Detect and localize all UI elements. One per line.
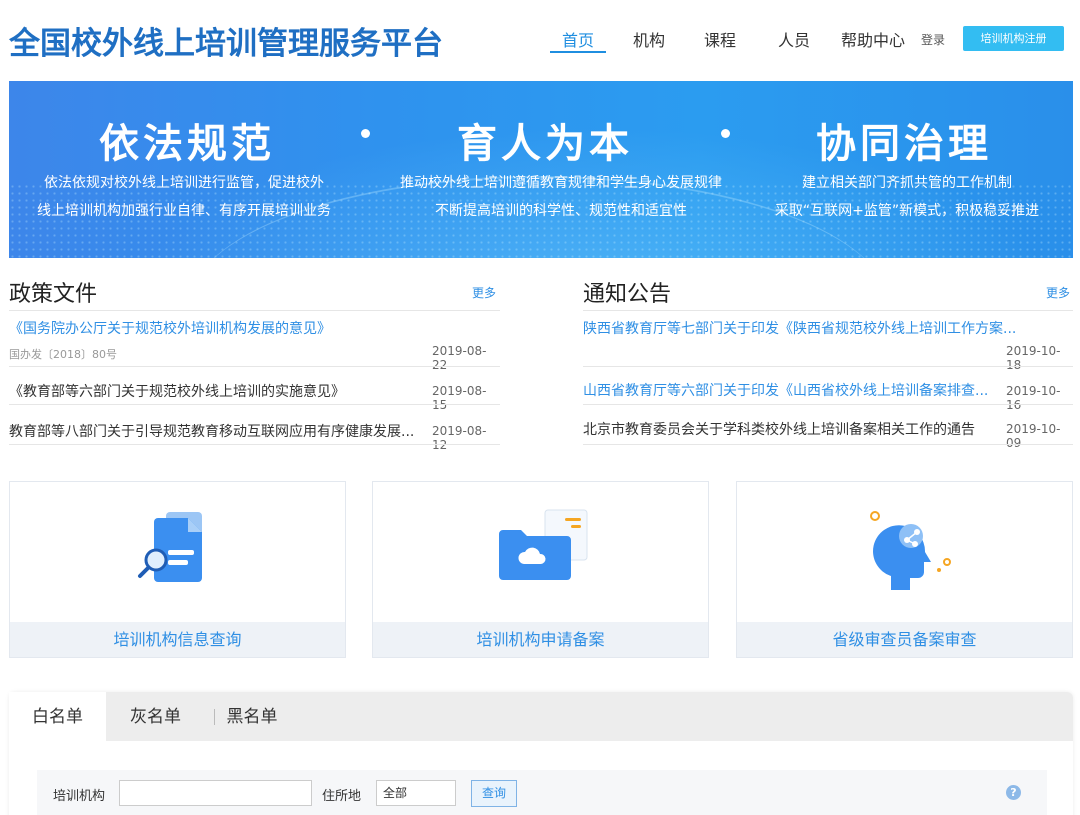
query-button[interactable]: 查询 (471, 780, 517, 807)
tab-graylist[interactable]: 灰名单 (113, 692, 198, 741)
slogan-desc-line: 建立相关部门齐抓共管的工作机制 (802, 175, 1012, 191)
card-label: 省级审查员备案审查 (737, 622, 1072, 657)
card-institution-query[interactable]: 培训机构信息查询 (9, 481, 346, 658)
policy-section-title: 政策文件 (9, 282, 98, 307)
notice-section-title: 通知公告 (583, 282, 672, 307)
register-button[interactable]: 培训机构注册 (963, 26, 1064, 51)
site-logo[interactable]: 全国校外线上培训管理服务平台 (9, 18, 443, 63)
policy-item[interactable]: 教育部等八部门关于引导规范教育移动互联网应用有序健康发展... (9, 421, 421, 441)
org-search-input[interactable] (119, 780, 312, 806)
slogan-title-2: 育人为本 (457, 121, 633, 167)
login-link[interactable]: 登录 (921, 31, 945, 48)
card-label: 培训机构信息查询 (10, 622, 345, 657)
tab-whitelist[interactable]: 白名单 (9, 692, 106, 741)
location-select[interactable]: 全部 (376, 780, 456, 806)
divider (9, 404, 500, 405)
help-icon[interactable]: ? (1006, 785, 1021, 800)
separator-dot (361, 129, 370, 138)
policy-item-date: 2019-08-12 (432, 424, 487, 452)
institution-list-panel: 白名单 灰名单 黑名单 培训机构 住所地 全部 查询 ? (9, 692, 1073, 815)
policy-item-docno: 国办发〔2018〕80号 (9, 348, 117, 361)
notice-item-date: 2019-10-16 (1006, 384, 1061, 412)
policy-more-link[interactable]: 更多 (472, 284, 496, 301)
card-label: 培训机构申请备案 (373, 622, 708, 657)
notice-item[interactable]: 山西省教育厅等六部门关于印发《山西省校外线上培训备案排查... (583, 380, 995, 400)
header: 全国校外线上培训管理服务平台 首页 机构 课程 人员 帮助中心 登录 培训机构注… (0, 0, 1080, 76)
location-filter-label: 住所地 (322, 789, 362, 804)
nav-courses[interactable]: 课程 (704, 27, 736, 51)
slogan-desc-line: 推动校外线上培训遵循教育规律和学生身心发展规律 (400, 175, 722, 191)
card-apply-filing[interactable]: 培训机构申请备案 (372, 481, 709, 658)
slogan-desc-line: 线上培训机构加强行业自律、有序开展培训业务 (37, 203, 331, 219)
notice-item[interactable]: 北京市教育委员会关于学科类校外线上培训备案相关工作的通告 (583, 419, 995, 439)
slogan-title-1: 依法规范 (99, 121, 275, 167)
nav-home[interactable]: 首页 (549, 27, 607, 53)
head-network-icon (869, 511, 951, 590)
nav-help-center[interactable]: 帮助中心 (841, 27, 905, 51)
slogan-desc-3: 建立相关部门齐抓共管的工作机制 采取“互联网+监管”新模式，积极稳妥推进 (757, 169, 1057, 225)
divider (583, 404, 1073, 405)
slogan-desc-1: 依法依规对校外线上培训进行监管，促进校外 线上培训机构加强行业自律、有序开展培训… (19, 169, 349, 225)
slogan-desc-line: 采取“互联网+监管”新模式，积极稳妥推进 (774, 203, 1040, 219)
policy-item[interactable]: 《教育部等六部门关于规范校外线上培训的实施意见》 (9, 381, 419, 401)
slogan-desc-line: 依法依规对校外线上培训进行监管，促进校外 (44, 175, 324, 191)
filter-row: 培训机构 住所地 全部 查询 ? (37, 770, 1047, 815)
slogan-title-3: 协同治理 (816, 121, 992, 167)
notice-item-date: 2019-10-18 (1006, 344, 1061, 372)
nav-personnel[interactable]: 人员 (778, 27, 810, 51)
divider (583, 366, 1073, 367)
slogan-desc-line: 不断提高培训的科学性、规范性和适宜性 (435, 203, 687, 219)
card-provincial-review[interactable]: 省级审查员备案审查 (736, 481, 1073, 658)
slogan-desc-2: 推动校外线上培训遵循教育规律和学生身心发展规律 不断提高培训的科学性、规范性和适… (371, 169, 751, 225)
divider (583, 310, 1073, 311)
org-filter-label: 培训机构 (53, 789, 106, 804)
separator-dot (721, 129, 730, 138)
policy-item[interactable]: 《国务院办公厅关于规范校外培训机构发展的意见》 (9, 318, 429, 338)
policy-item-date: 2019-08-15 (432, 384, 487, 412)
cloud-folder-icon (498, 509, 587, 580)
divider (9, 444, 500, 445)
tab-blacklist[interactable]: 黑名单 (209, 692, 295, 741)
document-search-icon (137, 512, 202, 582)
divider (583, 444, 1073, 445)
divider (9, 310, 500, 311)
notice-item[interactable]: 陕西省教育厅等七部门关于印发《陕西省规范校外线上培训工作方案... (583, 318, 1073, 338)
hero-banner: 依法规范 育人为本 协同治理 依法依规对校外线上培训进行监管，促进校外 线上培训… (9, 81, 1073, 258)
nav-institutions[interactable]: 机构 (633, 27, 665, 51)
tab-bar: 白名单 灰名单 黑名单 (9, 692, 1073, 741)
divider (9, 366, 500, 367)
policy-item-date: 2019-08-22 (432, 344, 487, 372)
notice-item-date: 2019-10-09 (1006, 422, 1061, 450)
notice-more-link[interactable]: 更多 (1046, 284, 1070, 301)
